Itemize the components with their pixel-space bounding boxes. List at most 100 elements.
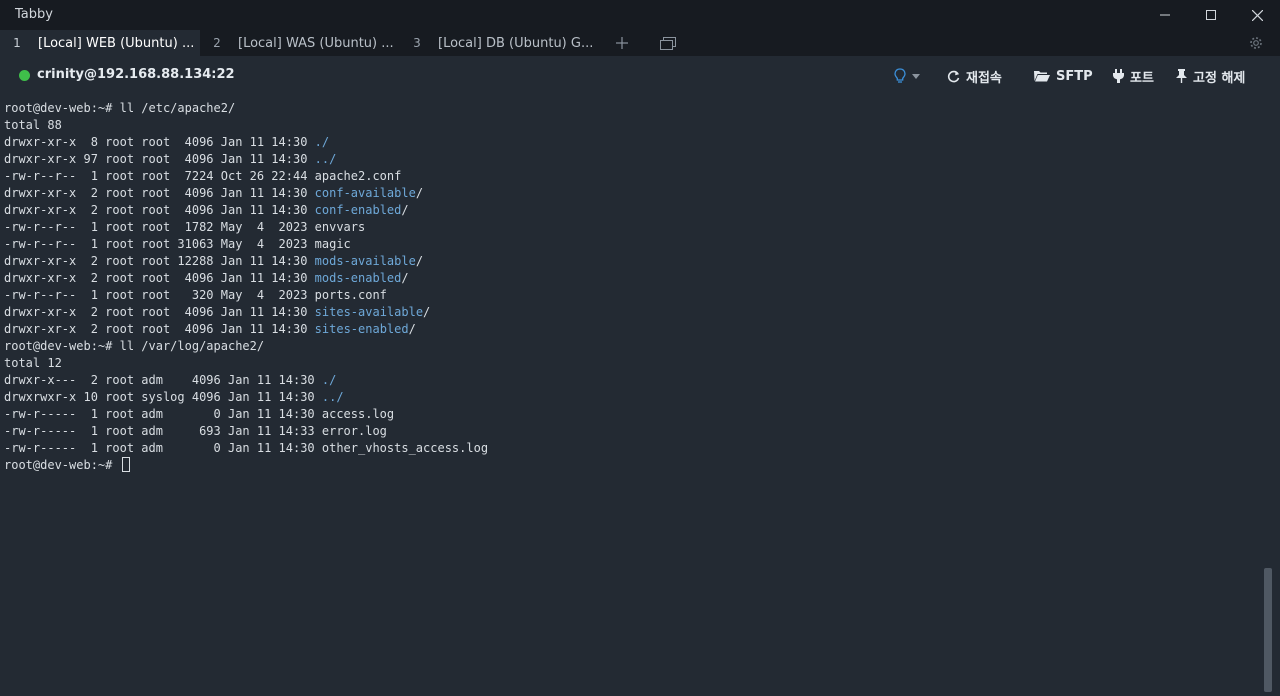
new-tab-button[interactable] [609,30,635,56]
settings-button[interactable] [1243,30,1269,56]
tab-number: 1 [13,36,21,50]
terminal-text: -rw-r--r-- 1 root root 31063 May 4 2023 … [4,237,351,251]
directory-name: mods-available [314,254,416,268]
reload-icon [947,70,960,82]
terminal-text: / [408,322,416,336]
ports-button[interactable]: 포트 [1113,66,1154,86]
app-title: Tabby [15,7,53,22]
directory-name: mods-enabled [314,271,402,285]
terminal-scrollbar[interactable] [1264,568,1272,692]
terminal-text: -rw-r----- 1 root adm 693 Jan 11 14:33 e… [4,424,387,438]
unpin-button[interactable]: 고정 해제 [1176,66,1245,86]
unpin-label: 고정 해제 [1193,70,1246,86]
directory-name: sites-available [314,305,424,319]
terminal-text: drwxr-xr-x 2 root root 4096 Jan 11 14:30 [4,186,315,200]
directory-name: ../ [314,152,337,166]
directory-name: ./ [314,135,330,149]
terminal-line: -rw-r--r-- 1 root root 31063 May 4 2023 … [4,236,1260,253]
tab-was[interactable]: 2 [Local] WAS (Ubuntu) ... [200,30,400,56]
terminal-line: -rw-r--r-- 1 root root 7224 Oct 26 22:44… [4,168,1260,185]
terminal-line: -rw-r----- 1 root adm 693 Jan 11 14:33 e… [4,423,1260,440]
terminal-line: -rw-r--r-- 1 root root 320 May 4 2023 po… [4,287,1260,304]
terminal-line: root@dev-web:~# ll /var/log/apache2/ [4,338,1260,355]
terminal-text: root@dev-web:~# [4,458,120,472]
terminal-text: drwxr-xr-x 97 root root 4096 Jan 11 14:3… [4,152,315,166]
close-button[interactable] [1234,0,1280,30]
terminal-text: root@dev-web:~# ll /var/log/apache2/ [4,339,265,353]
maximize-icon [1206,10,1216,20]
terminal-text: -rw-r----- 1 root adm 0 Jan 11 14:30 acc… [4,407,395,421]
tab-number: 2 [213,36,221,50]
terminal-line: drwxr-xr-x 2 root root 12288 Jan 11 14:3… [4,253,1260,270]
plug-icon [1113,69,1124,83]
directory-name: ../ [321,390,344,404]
tab-title: [Local] WAS (Ubuntu) ... [238,35,394,51]
window-titlebar: Tabby [0,0,1280,30]
tab-web[interactable]: 1 [Local] WEB (Ubuntu) ... [0,30,200,56]
minimize-button[interactable] [1142,0,1188,30]
terminal-line: drwxr-xr-x 97 root root 4096 Jan 11 14:3… [4,151,1260,168]
connection-status-dot [19,70,30,81]
terminal-text: drwxr-xr-x 2 root root 4096 Jan 11 14:30 [4,271,315,285]
hint-button[interactable] [894,66,926,86]
maximize-button[interactable] [1188,0,1234,30]
terminal-line: root@dev-web:~# [4,457,1260,474]
terminal-line: -rw-r----- 1 root adm 0 Jan 11 14:30 acc… [4,406,1260,423]
tab-bar: 1 [Local] WEB (Ubuntu) ... 2 [Local] WAS… [0,30,1280,56]
terminal-text: drwxr-xr-x 2 root root 12288 Jan 11 14:3… [4,254,315,268]
terminal-cursor [121,457,130,472]
terminal-text: -rw-r--r-- 1 root root 1782 May 4 2023 e… [4,220,366,234]
terminal-line: root@dev-web:~# ll /etc/apache2/ [4,100,1260,117]
terminal-line: drwxr-xr-x 2 root root 4096 Jan 11 14:30… [4,185,1260,202]
terminal-text: drwxr-xr-x 8 root root 4096 Jan 11 14:30 [4,135,315,149]
terminal-text: / [415,254,424,268]
tab-db[interactable]: 3 [Local] DB (Ubuntu) G... [400,30,600,56]
folder-open-icon [1034,71,1050,82]
tab-title: [Local] DB (Ubuntu) G... [438,35,594,51]
reconnect-button[interactable]: 재접속 [947,66,1002,86]
terminal-text: -rw-r--r-- 1 root root 320 May 4 2023 po… [4,288,387,302]
pin-icon [1176,69,1187,83]
directory-name: conf-available [314,186,416,200]
directory-name: sites-enabled [314,322,409,336]
terminal-text: root@dev-web:~# ll /etc/apache2/ [4,101,236,115]
lightbulb-icon [894,68,906,83]
profiles-button[interactable] [655,30,681,56]
terminal-text: total 88 [4,118,62,132]
terminal-line: total 12 [4,355,1260,372]
minimize-icon [1160,14,1170,16]
terminal-text: total 12 [4,356,62,370]
terminal-line: -rw-r----- 1 root adm 0 Jan 11 14:30 oth… [4,440,1260,457]
caret-down-icon [912,73,920,79]
tab-title: [Local] WEB (Ubuntu) ... [38,35,195,51]
terminal-text: drwxr-xr-x 2 root root 4096 Jan 11 14:30 [4,305,315,319]
ports-label: 포트 [1130,70,1154,86]
terminal-line: drwxr-xr-x 2 root root 4096 Jan 11 14:30… [4,321,1260,338]
directory-name: conf-enabled [314,203,402,217]
terminal-text: / [401,203,409,217]
reconnect-label: 재접속 [966,70,1002,86]
terminal-line: -rw-r--r-- 1 root root 1782 May 4 2023 e… [4,219,1260,236]
terminal-line: drwxr-xr-x 2 root root 4096 Jan 11 14:30… [4,202,1260,219]
terminal-line: total 88 [4,117,1260,134]
close-icon [1251,9,1263,21]
terminal-line: drwxrwxr-x 10 root syslog 4096 Jan 11 14… [4,389,1260,406]
terminal-text: -rw-r----- 1 root adm 0 Jan 11 14:30 oth… [4,441,489,455]
terminal-line: drwxr-xr-x 8 root root 4096 Jan 11 14:30… [4,134,1260,151]
directory-name: ./ [321,373,337,387]
terminal-text: -rw-r--r-- 1 root root 7224 Oct 26 22:44… [4,169,402,183]
terminal-line: drwxr-xr-x 2 root root 4096 Jan 11 14:30… [4,270,1260,287]
terminal-text: drwxr-xr-x 2 root root 4096 Jan 11 14:30 [4,322,315,336]
sftp-label: SFTP [1056,68,1093,84]
sftp-button[interactable]: SFTP [1034,66,1093,86]
window-stack-icon [660,36,676,50]
tab-number: 3 [413,36,421,50]
terminal-text: / [415,186,424,200]
terminal-output[interactable]: root@dev-web:~# ll /etc/apache2/total 88… [4,100,1260,690]
terminal-text: / [401,271,409,285]
terminal-text: drwxrwxr-x 10 root syslog 4096 Jan 11 14… [4,390,322,404]
terminal-text: / [423,305,431,319]
terminal-text: drwxr-xr-x 2 root root 4096 Jan 11 14:30 [4,203,315,217]
terminal-text: drwxr-x--- 2 root adm 4096 Jan 11 14:30 [4,373,322,387]
gear-icon [1250,37,1262,49]
